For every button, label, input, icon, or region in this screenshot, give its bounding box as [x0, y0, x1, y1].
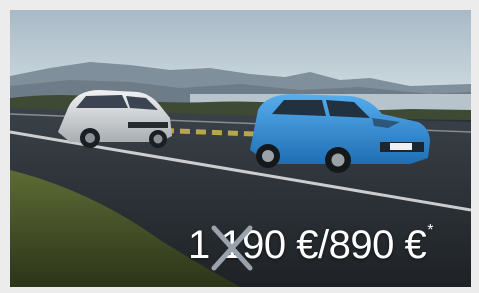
old-price-text: 1 190 € [188, 223, 318, 267]
new-price: 890 € [328, 223, 427, 267]
old-price: 1 190 € [188, 220, 318, 271]
price-separator: / [317, 223, 329, 267]
promo-banner[interactable]: 1 190 € / 890 € * [0, 0, 479, 293]
footnote-mark: * [427, 222, 433, 239]
price-overlay: 1 190 € / 890 € * [188, 220, 433, 271]
